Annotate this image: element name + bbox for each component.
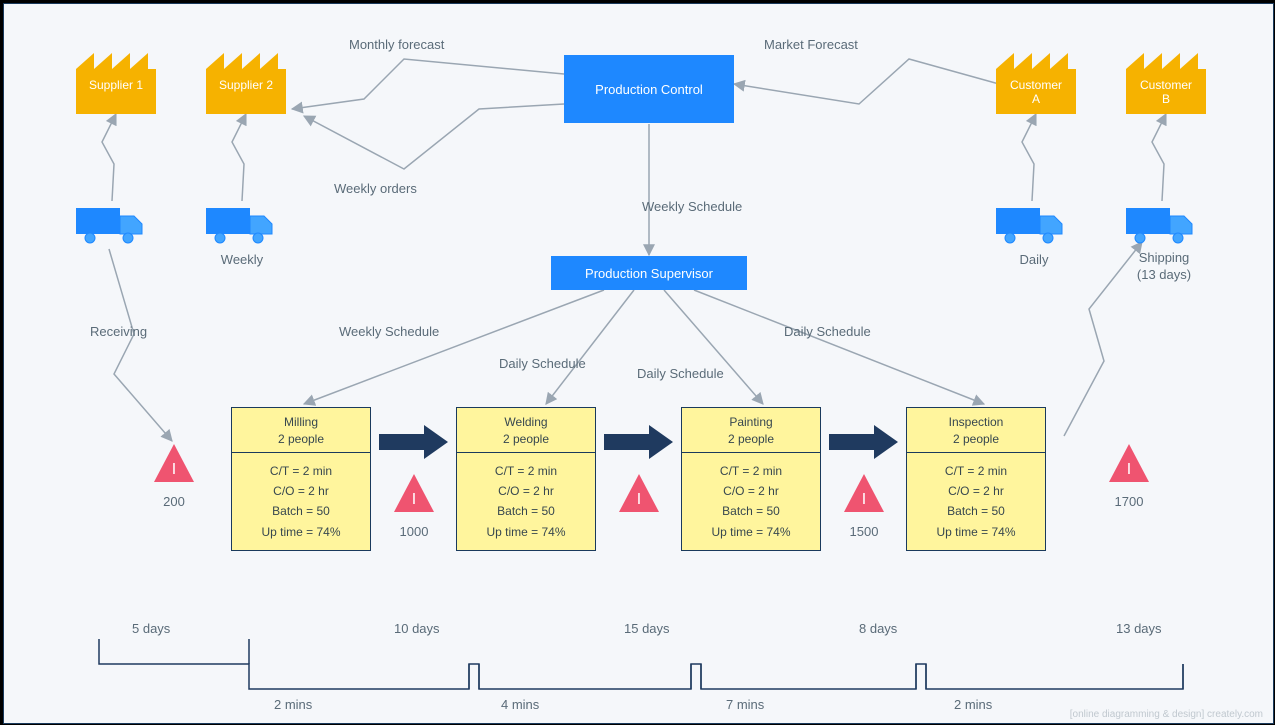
supplier1-label: Supplier 1 [76,79,156,93]
label-weekly-schedule: Weekly Schedule [642,199,742,214]
timeline-top-4: 13 days [1116,621,1162,636]
timeline-bottom-0: 2 mins [274,697,312,712]
svg-text:I: I [412,491,416,508]
timeline-top-1: 10 days [394,621,440,636]
truck-customerA [996,204,1066,246]
diagram-canvas: Supplier 1 Supplier 2 Customer A Custome… [3,3,1274,724]
inventory-3-value: 1500 [840,524,888,539]
watermark: [online diagramming & design] creately.c… [1070,709,1263,720]
truck-supplier2 [206,204,276,246]
label-weekly-orders: Weekly orders [334,181,417,196]
customerA-label: Customer A [996,79,1076,107]
timeline-top-3: 8 days [859,621,897,636]
label-market-forecast: Market Forecast [764,37,858,52]
process-milling-name: Milling [236,414,366,431]
process-inspection: Inspection2 people C/T = 2 minC/O = 2 hr… [906,407,1046,551]
label-daily-schedule-L: Daily Schedule [499,356,586,371]
timeline-top-0: 5 days [132,621,170,636]
supplier2-factory: Supplier 2 [206,39,286,114]
truck-supplier2-label: Weekly [204,252,280,267]
supplier2-label: Supplier 2 [206,79,286,93]
label-daily-schedule-R: Daily Schedule [784,324,871,339]
truck-customerB [1126,204,1196,246]
svg-text:I: I [637,491,641,508]
timeline-bottom-2: 7 mins [726,697,764,712]
production-control-box: Production Control [564,55,734,123]
inventory-1-icon: I [394,474,434,512]
customerB-label: Customer B [1126,79,1206,107]
svg-text:I: I [1127,461,1131,478]
customerB-factory: Customer B [1126,39,1206,114]
label-daily-schedule-M: Daily Schedule [637,366,724,381]
inventory-4-value: 1700 [1105,494,1153,509]
inventory-3-icon: I [844,474,884,512]
supplier1-factory: Supplier 1 [76,39,156,114]
inventory-0-value: 200 [152,494,196,509]
svg-text:I: I [172,461,176,478]
svg-text:I: I [862,491,866,508]
production-supervisor-box: Production Supervisor [551,256,747,290]
label-weekly-schedule-L: Weekly Schedule [339,324,439,339]
truck-customerA-label: Daily [996,252,1072,267]
process-milling: Milling2 people C/T = 2 minC/O = 2 hrBat… [231,407,371,551]
inventory-0-icon: I [154,444,194,482]
truck-customerB-label: Shipping (13 days) [1116,250,1212,284]
label-monthly-forecast: Monthly forecast [349,37,444,52]
inventory-2-icon: I [619,474,659,512]
timeline-bottom-3: 2 mins [954,697,992,712]
timeline-top-2: 15 days [624,621,670,636]
truck-supplier1 [76,204,146,246]
process-milling-people: 2 people [236,431,366,448]
process-painting: Painting2 people C/T = 2 minC/O = 2 hrBa… [681,407,821,551]
timeline-bottom-1: 4 mins [501,697,539,712]
process-welding: Welding2 people C/T = 2 minC/O = 2 hrBat… [456,407,596,551]
inventory-4-icon: I [1109,444,1149,482]
label-receiving: Receiving [90,324,147,339]
customerA-factory: Customer A [996,39,1076,114]
inventory-1-value: 1000 [390,524,438,539]
